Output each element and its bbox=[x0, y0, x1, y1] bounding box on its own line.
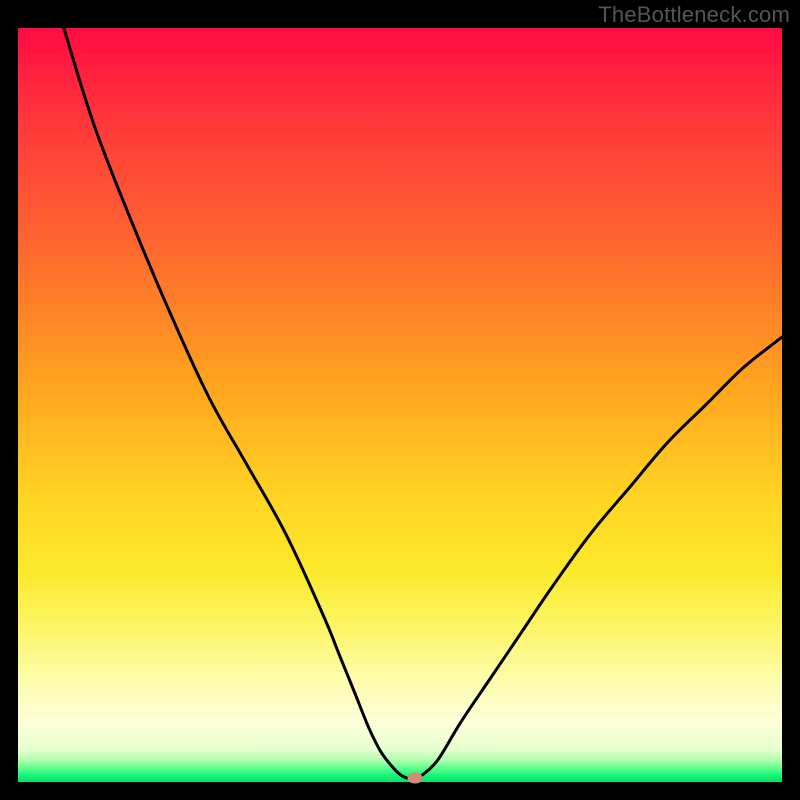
plot-area bbox=[18, 28, 782, 782]
bottleneck-curve bbox=[18, 28, 782, 782]
watermark-text: TheBottleneck.com bbox=[598, 2, 790, 28]
optimal-point-marker bbox=[408, 773, 423, 784]
chart-frame: TheBottleneck.com bbox=[0, 0, 800, 800]
